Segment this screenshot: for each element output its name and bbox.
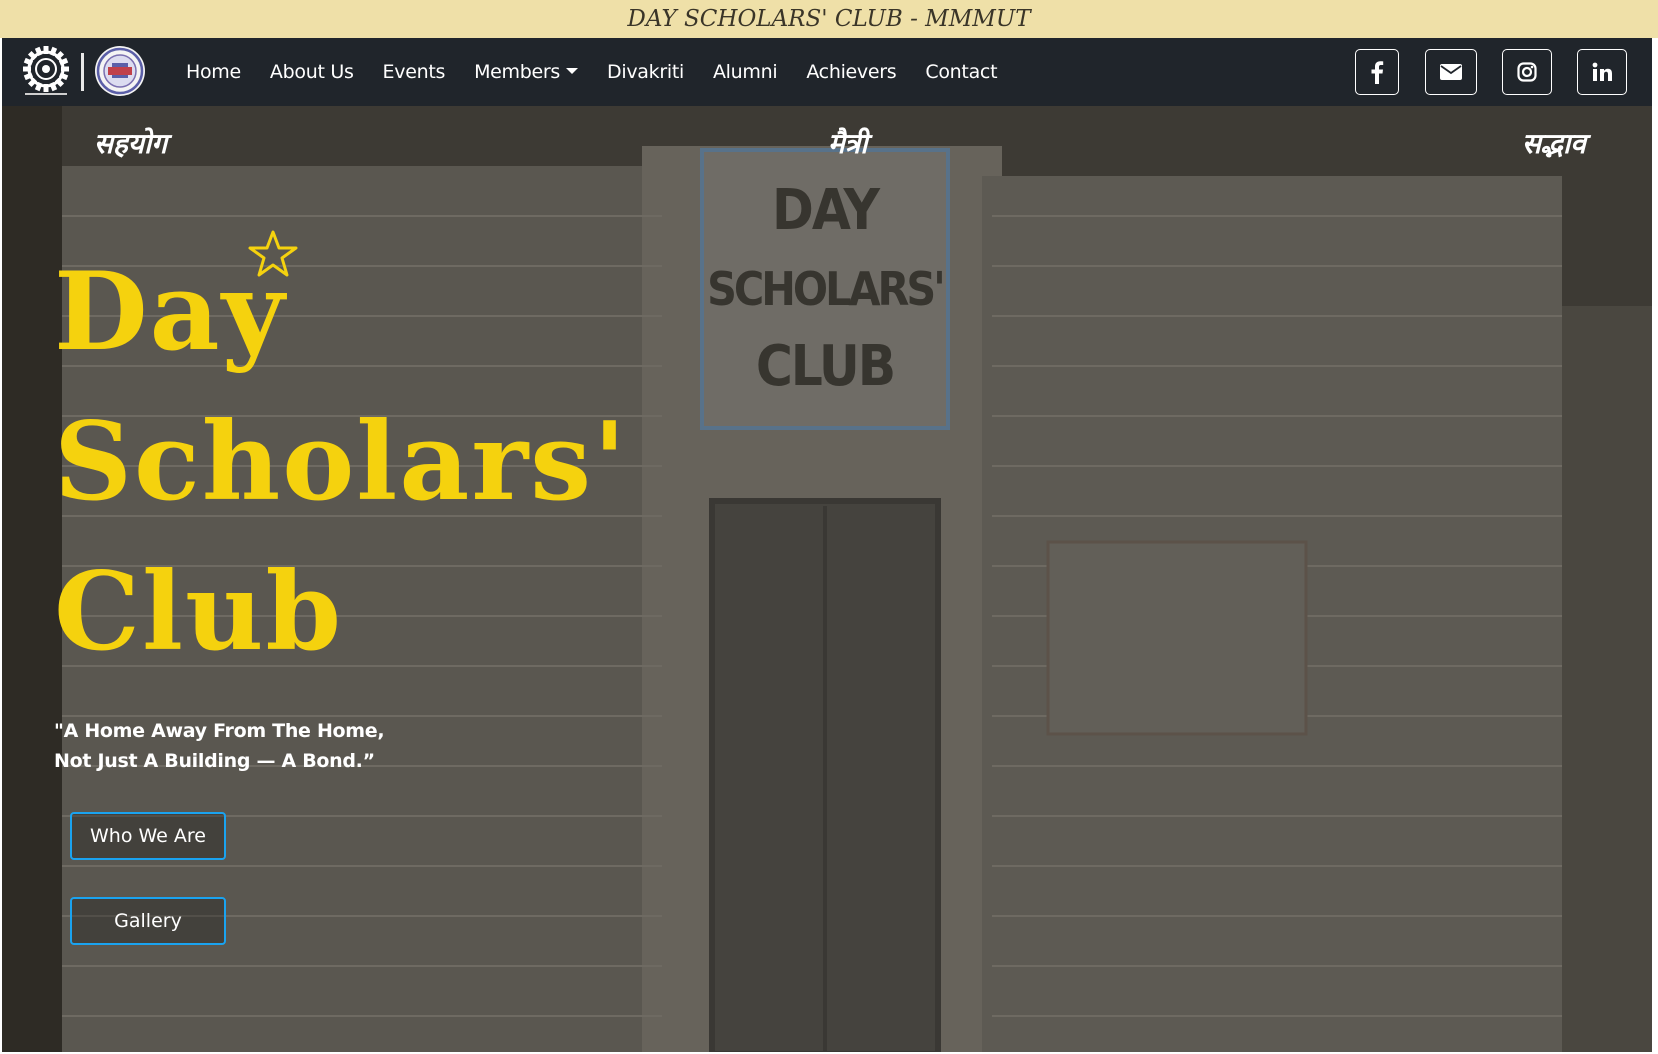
hero-section: DAY SCHOLARS' CLUB सहयोग मैत्री सद्भाव D… bbox=[2, 106, 1652, 1054]
sign-line-scholars: SCHOLARS' bbox=[707, 262, 946, 316]
club-seal-logo[interactable] bbox=[94, 45, 146, 97]
nav-home[interactable]: Home bbox=[186, 61, 241, 83]
email-button[interactable] bbox=[1425, 49, 1477, 95]
motto-sadbhav: सद्भाव bbox=[1522, 127, 1586, 160]
instagram-button[interactable] bbox=[1502, 49, 1552, 95]
background-sign: DAY SCHOLARS' CLUB bbox=[704, 172, 946, 406]
hero-title-line-1: Day bbox=[54, 249, 287, 375]
sign-line-club: CLUB bbox=[755, 334, 896, 399]
hero-title-line-3: Club bbox=[54, 549, 344, 675]
nav-members-dropdown[interactable]: Members bbox=[474, 61, 579, 83]
motto-maitri: मैत्री bbox=[828, 127, 868, 160]
nav-achievers[interactable]: Achievers bbox=[806, 61, 896, 83]
mail-icon bbox=[1440, 64, 1462, 80]
page-right-edge bbox=[1652, 38, 1658, 1054]
university-logo[interactable] bbox=[18, 42, 74, 100]
hero-tagline: "A Home Away From The Home, Not Just A B… bbox=[54, 716, 385, 776]
logo-divider bbox=[81, 53, 84, 91]
nav-members-label: Members bbox=[474, 61, 561, 83]
motto-sahyog: सहयोग bbox=[94, 127, 168, 160]
nav-about-us[interactable]: About Us bbox=[270, 61, 354, 83]
top-banner: DAY SCHOLARS' CLUB - MMMUT bbox=[0, 0, 1658, 38]
nav-links: Home About Us Events Members Divakriti A… bbox=[186, 38, 1026, 106]
facebook-icon bbox=[1371, 61, 1384, 84]
tagline-line-2: Not Just A Building — A Bond.” bbox=[54, 750, 375, 772]
tagline-line-1: "A Home Away From The Home, bbox=[54, 720, 385, 742]
sign-line-day: DAY bbox=[772, 178, 880, 243]
instagram-icon bbox=[1517, 62, 1537, 82]
banner-title: DAY SCHOLARS' CLUB - MMMUT bbox=[627, 6, 1031, 32]
nav-contact[interactable]: Contact bbox=[925, 61, 997, 83]
nav-events[interactable]: Events bbox=[383, 61, 446, 83]
linkedin-icon bbox=[1592, 62, 1612, 81]
who-we-are-button[interactable]: Who We Are bbox=[70, 812, 226, 860]
caret-down-icon bbox=[566, 68, 579, 74]
gallery-button[interactable]: Gallery bbox=[70, 897, 226, 945]
hero-title-line-2: Scholars' bbox=[54, 399, 629, 525]
navbar: Home About Us Events Members Divakriti A… bbox=[2, 38, 1652, 106]
nav-alumni[interactable]: Alumni bbox=[713, 61, 778, 83]
linkedin-button[interactable] bbox=[1577, 49, 1627, 95]
nav-divakriti[interactable]: Divakriti bbox=[607, 61, 684, 83]
facebook-button[interactable] bbox=[1355, 49, 1399, 95]
